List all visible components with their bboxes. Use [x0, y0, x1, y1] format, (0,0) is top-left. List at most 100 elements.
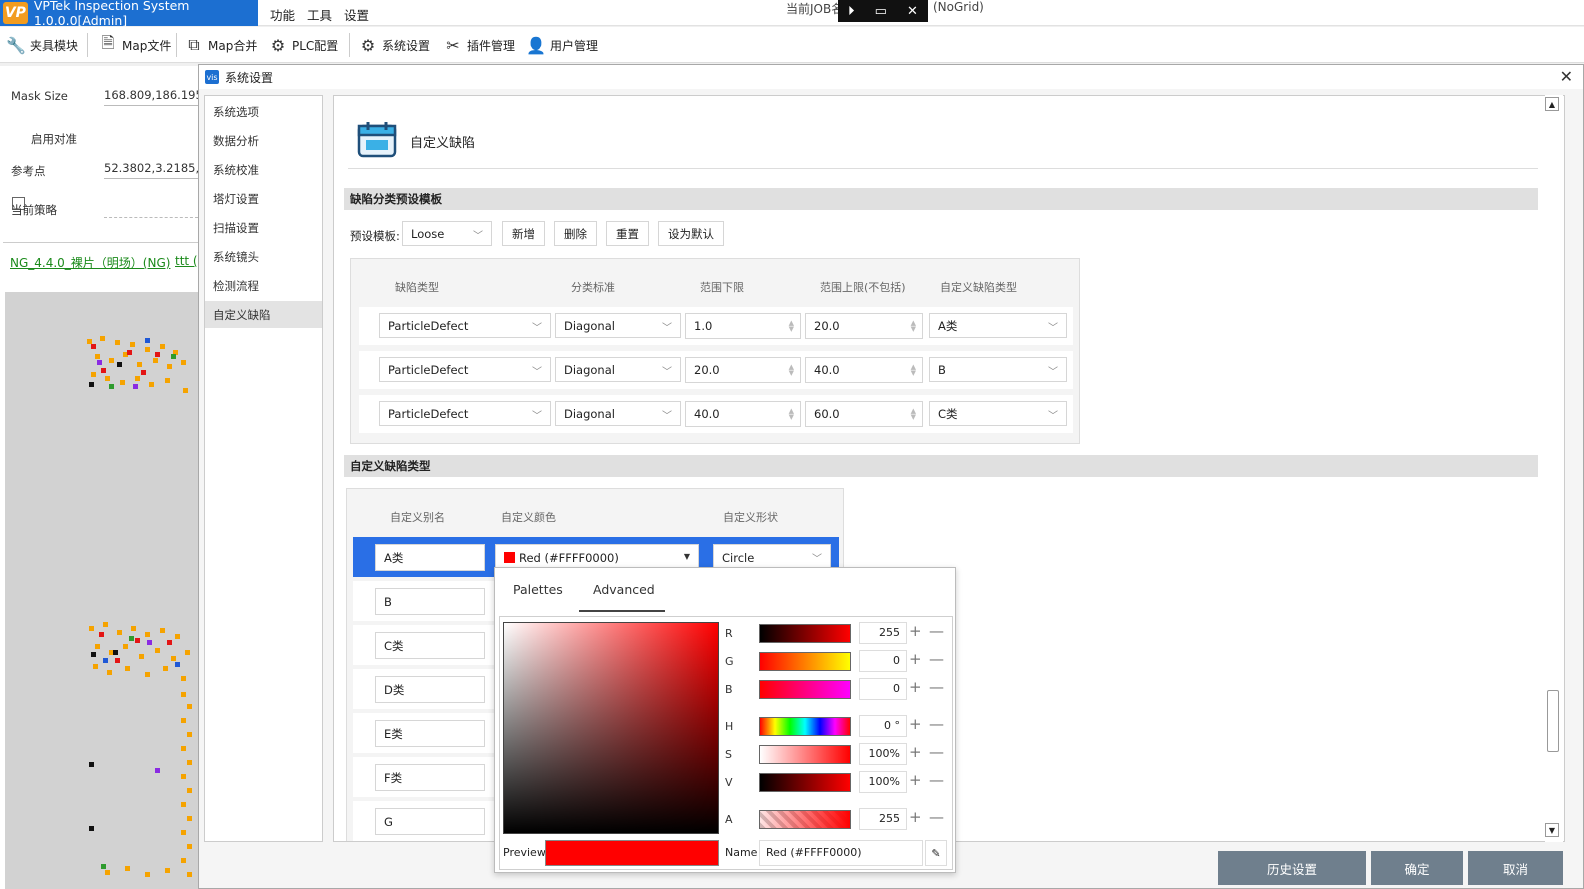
eyedropper-icon[interactable]: ✎: [925, 840, 947, 866]
minus-icon[interactable]: —: [929, 622, 944, 640]
table-row[interactable]: ParticleDefect ﹀ Diagonal ﹀ 1.0 ▲ ▼ 20.0 ▲ ▼ A…: [359, 307, 1073, 345]
minus-icon[interactable]: —: [929, 743, 944, 761]
r-value[interactable]: 255: [859, 622, 907, 644]
lower-limit-field[interactable]: 20.0 ▲ ▼: [685, 357, 801, 383]
close-icon[interactable]: ✕: [907, 4, 918, 19]
plus-icon[interactable]: +: [909, 715, 922, 733]
user-manager-button[interactable]: 👤 用户管理: [526, 33, 598, 57]
map-merge-button[interactable]: ⧉ Map合并: [184, 33, 257, 57]
alias-field[interactable]: D类: [375, 676, 485, 703]
class-standard-select[interactable]: Diagonal ﹀: [555, 401, 681, 426]
nav-calibration[interactable]: 系统校准: [205, 156, 322, 183]
defect-type-select[interactable]: ParticleDefect ﹀: [379, 357, 551, 382]
scroll-up-icon[interactable]: ▲: [1545, 97, 1559, 111]
saturation-value-square[interactable]: [503, 622, 719, 834]
delete-button[interactable]: 删除: [554, 221, 597, 246]
nav-inspection-flow[interactable]: 检测流程: [205, 272, 322, 299]
mask-size-field[interactable]: 168.809,186.1954: [104, 88, 198, 106]
scroll-down-icon[interactable]: ▼: [1545, 823, 1559, 837]
g-slider[interactable]: [759, 652, 851, 671]
menu-function[interactable]: 功能: [266, 3, 299, 26]
nav-tower-light[interactable]: 塔灯设置: [205, 185, 322, 212]
class-standard-select[interactable]: Diagonal ﹀: [555, 357, 681, 382]
minus-icon[interactable]: —: [929, 650, 944, 668]
s-slider[interactable]: [759, 745, 851, 764]
defect-type-select[interactable]: ParticleDefect ﹀: [379, 401, 551, 426]
wafer-map[interactable]: [5, 292, 198, 889]
plc-config-button[interactable]: ⚙ PLC配置: [268, 33, 338, 57]
window-icon[interactable]: ▭: [875, 4, 887, 19]
lower-limit-field[interactable]: 1.0 ▲ ▼: [685, 313, 801, 339]
cancel-button[interactable]: 取消: [1468, 851, 1563, 885]
spinner-icon[interactable]: ▲ ▼: [789, 408, 794, 421]
map-file-button[interactable]: 🗎 Map文件: [98, 33, 172, 57]
close-icon[interactable]: ✕: [1560, 67, 1573, 86]
minus-icon[interactable]: —: [929, 715, 944, 733]
custom-type-select[interactable]: A类 ﹀: [929, 313, 1067, 338]
g-value[interactable]: 0: [859, 650, 907, 672]
v-slider[interactable]: [759, 773, 851, 792]
plus-icon[interactable]: +: [909, 678, 922, 696]
preset-select[interactable]: Loose ﹀: [402, 221, 492, 246]
upper-limit-field[interactable]: 20.0 ▲ ▼: [805, 313, 923, 339]
lower-limit-field[interactable]: 40.0 ▲ ▼: [685, 401, 801, 427]
plugin-manager-button[interactable]: ✂ 插件管理: [443, 33, 515, 57]
content-scrollbar[interactable]: ▲ ▼: [1545, 95, 1563, 842]
minus-icon[interactable]: —: [929, 808, 944, 826]
h-value[interactable]: 0 °: [859, 715, 907, 737]
a-slider[interactable]: [759, 810, 851, 829]
r-slider[interactable]: [759, 624, 851, 643]
minus-icon[interactable]: —: [929, 678, 944, 696]
spinner-icon[interactable]: ▲ ▼: [789, 364, 794, 377]
menu-settings[interactable]: 设置: [340, 3, 373, 26]
v-value[interactable]: 100%: [859, 771, 907, 793]
defect-type-select[interactable]: ParticleDefect ﹀: [379, 313, 551, 338]
scroll-thumb[interactable]: [1547, 690, 1559, 752]
alias-field[interactable]: E类: [375, 720, 485, 747]
table-row[interactable]: ParticleDefect ﹀ Diagonal ﹀ 40.0 ▲ ▼ 60.0 ▲ ▼ …: [359, 395, 1073, 433]
plus-icon[interactable]: +: [909, 771, 922, 789]
upper-limit-field[interactable]: 40.0 ▲ ▼: [805, 357, 923, 383]
recipe-link-2[interactable]: ttt (: [175, 254, 198, 268]
alias-field[interactable]: F类: [375, 764, 485, 791]
strategy-field[interactable]: [104, 200, 198, 218]
reset-button[interactable]: 重置: [606, 221, 649, 246]
fixture-module-button[interactable]: 🔧 夹具模块: [6, 33, 78, 57]
plus-icon[interactable]: +: [909, 650, 922, 668]
nav-system-options[interactable]: 系统选项: [205, 98, 322, 125]
custom-type-select[interactable]: B ﹀: [929, 357, 1067, 382]
alias-field[interactable]: A类: [375, 544, 485, 571]
minus-icon[interactable]: —: [929, 771, 944, 789]
color-name-field[interactable]: Red (#FFFF0000): [759, 840, 923, 866]
class-standard-select[interactable]: Diagonal ﹀: [555, 313, 681, 338]
recipe-link[interactable]: NG_4.4.0_裸片（明场）(NG): [10, 254, 170, 271]
spinner-icon[interactable]: ▲ ▼: [911, 364, 916, 377]
nav-scan-settings[interactable]: 扫描设置: [205, 214, 322, 241]
a-value[interactable]: 255: [859, 808, 907, 830]
spinner-icon[interactable]: ▲ ▼: [911, 408, 916, 421]
spinner-icon[interactable]: ▲ ▼: [789, 320, 794, 333]
menu-tools[interactable]: 工具: [303, 3, 336, 26]
system-settings-button[interactable]: ⚙ 系统设置: [358, 33, 430, 57]
play-icon[interactable]: ⏵: [848, 4, 855, 19]
tab-advanced[interactable]: Advanced: [593, 582, 655, 597]
s-value[interactable]: 100%: [859, 743, 907, 765]
nav-lens[interactable]: 系统镜头: [205, 243, 322, 270]
custom-type-select[interactable]: C类 ﹀: [929, 401, 1067, 426]
history-settings-button[interactable]: 历史设置: [1218, 851, 1366, 885]
tab-palettes[interactable]: Palettes: [513, 582, 563, 597]
plus-icon[interactable]: +: [909, 808, 922, 826]
plus-icon[interactable]: +: [909, 743, 922, 761]
h-slider[interactable]: [759, 717, 851, 736]
alias-field[interactable]: G: [375, 808, 485, 835]
b-slider[interactable]: [759, 680, 851, 699]
plus-icon[interactable]: +: [909, 622, 922, 640]
ref-point-field[interactable]: 52.3802,3.2185,-9: [104, 161, 198, 179]
nav-data-analysis[interactable]: 数据分析: [205, 127, 322, 154]
set-default-button[interactable]: 设为默认: [658, 221, 724, 246]
upper-limit-field[interactable]: 60.0 ▲ ▼: [805, 401, 923, 427]
alias-field[interactable]: C类: [375, 632, 485, 659]
table-row[interactable]: ParticleDefect ﹀ Diagonal ﹀ 20.0 ▲ ▼ 40.0 ▲ ▼ …: [359, 351, 1073, 389]
spinner-icon[interactable]: ▲ ▼: [911, 320, 916, 333]
ok-button[interactable]: 确定: [1371, 851, 1463, 885]
